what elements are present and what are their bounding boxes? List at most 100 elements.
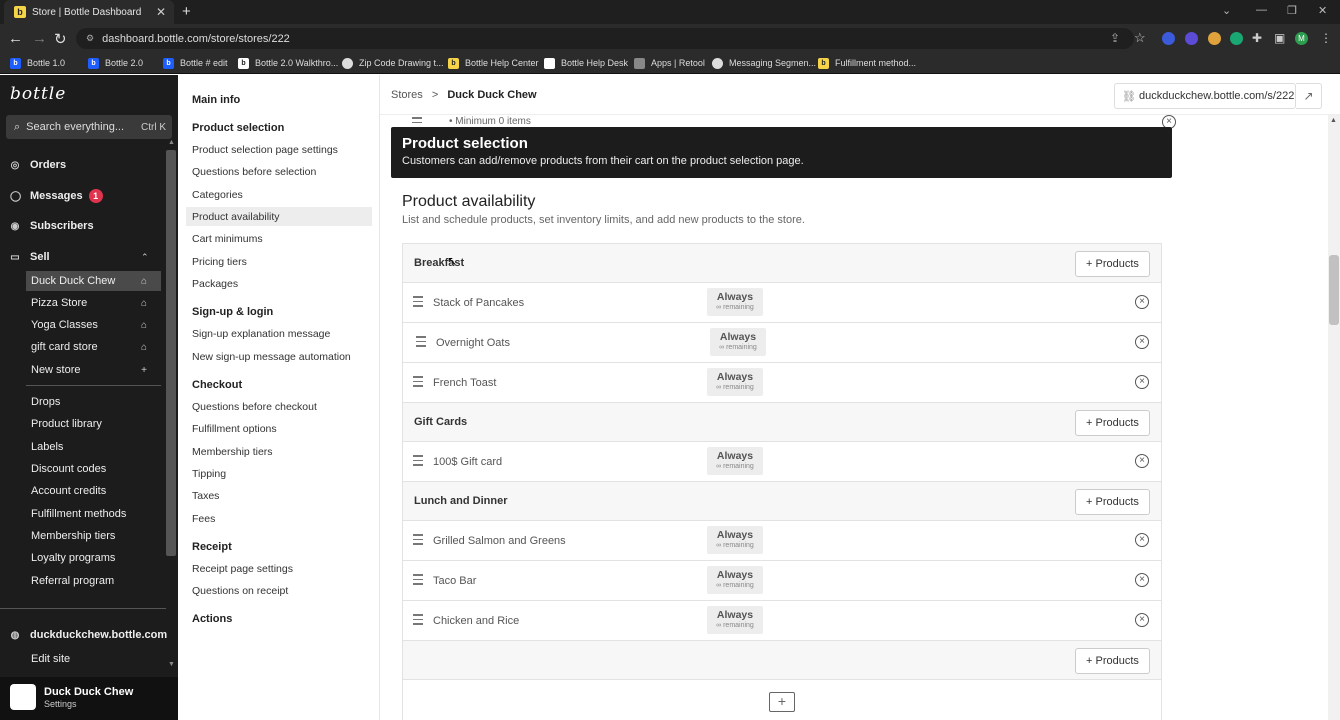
product-name[interactable]: Overnight Oats (436, 337, 510, 349)
store-yoga[interactable]: Yoga Classes ⌂ (26, 315, 161, 335)
sidebar-item-discount-codes[interactable]: Discount codes (31, 463, 106, 475)
bookmark-star-icon[interactable]: ☆ (1134, 30, 1146, 46)
settings-fees[interactable]: Fees (192, 513, 215, 525)
settings-cart-minimums[interactable]: Cart minimums (192, 233, 263, 245)
bookmark-help-center[interactable]: b Bottle Help Center (448, 56, 539, 70)
account-switcher[interactable]: Duck Duck Chew Settings (0, 677, 178, 720)
bookmark-retool[interactable]: Apps | Retool (634, 56, 705, 70)
settings-taxes[interactable]: Taxes (192, 490, 219, 502)
settings-pricing-tiers[interactable]: Pricing tiers (192, 256, 247, 268)
extension-1-icon[interactable] (1162, 32, 1175, 45)
settings-signup-automation[interactable]: New sign-up message automation (192, 351, 351, 363)
settings-checkout[interactable]: Checkout (192, 379, 242, 391)
remove-icon[interactable]: × (1135, 454, 1149, 468)
scroll-down-icon[interactable]: ▼ (168, 661, 175, 668)
sidebar-item-sell[interactable]: ▭ Sell (10, 251, 49, 263)
bottle-logo[interactable]: bottle (10, 84, 66, 104)
scroll-up-icon[interactable]: ▲ (168, 139, 175, 146)
reload-icon[interactable]: ↻ (54, 30, 67, 48)
settings-packages[interactable]: Packages (192, 278, 238, 290)
browser-menu-icon[interactable]: ⋮ (1320, 31, 1332, 45)
settings-actions[interactable]: Actions (192, 613, 232, 625)
drag-handle-icon[interactable] (413, 534, 423, 548)
sidebar-item-fulfillment-methods[interactable]: Fulfillment methods (31, 508, 126, 520)
drag-handle-icon[interactable] (413, 455, 423, 469)
drag-handle-icon[interactable] (413, 296, 423, 310)
bookmark-bottle-edit[interactable]: b Bottle # edit (163, 56, 228, 70)
new-store-button[interactable]: New store + (26, 360, 161, 380)
drag-handle-icon[interactable] (416, 336, 426, 350)
drag-handle-icon[interactable] (413, 614, 423, 628)
remove-icon[interactable]: × (1135, 533, 1149, 547)
open-external-icon[interactable]: ↗ (1296, 83, 1322, 109)
breadcrumb-stores[interactable]: Stores (391, 89, 423, 101)
settings-categories[interactable]: Categories (192, 189, 243, 201)
settings-ps-page-settings[interactable]: Product selection page settings (192, 144, 338, 156)
availability-badge[interactable]: Always ∞ remaining (710, 328, 766, 356)
store-duck-duck-chew[interactable]: Duck Duck Chew ⌂ (26, 271, 161, 291)
availability-badge[interactable]: Always ∞ remaining (707, 447, 763, 475)
profile-avatar[interactable]: M (1295, 32, 1308, 45)
new-tab-icon[interactable]: + (182, 3, 191, 20)
sidebar-item-orders[interactable]: ◎ Orders (10, 159, 66, 171)
site-info-icon[interactable]: ⚙ (86, 33, 94, 44)
bookmark-bottle-1[interactable]: b Bottle 1.0 (10, 56, 65, 70)
restore-icon[interactable]: ❐ (1287, 4, 1297, 17)
availability-badge[interactable]: Always ∞ remaining (707, 606, 763, 634)
settings-receipt-page[interactable]: Receipt page settings (192, 563, 293, 575)
remove-icon[interactable]: × (1135, 295, 1149, 309)
bookmark-fulfillment[interactable]: b Fulfillment method... (818, 56, 916, 70)
remove-icon[interactable]: × (1135, 613, 1149, 627)
settings-tipping[interactable]: Tipping (192, 468, 226, 480)
extension-2-icon[interactable] (1185, 32, 1198, 45)
add-products-button[interactable]: + Products (1075, 251, 1150, 277)
product-name[interactable]: French Toast (433, 377, 496, 389)
product-name[interactable]: Taco Bar (433, 575, 476, 587)
add-products-button[interactable]: + Products (1075, 410, 1150, 436)
sidebar-item-account-credits[interactable]: Account credits (31, 485, 106, 497)
sidebar-item-drops[interactable]: Drops (31, 396, 60, 408)
sidebar-item-labels[interactable]: Labels (31, 441, 63, 453)
remove-icon[interactable]: × (1135, 375, 1149, 389)
availability-badge[interactable]: Always ∞ remaining (707, 368, 763, 396)
site-domain-link[interactable]: ◍ duckduckchew.bottle.com (10, 629, 168, 641)
settings-questions-on-receipt[interactable]: Questions on receipt (192, 585, 288, 597)
browser-tab[interactable]: b Store | Bottle Dashboard ✕ (4, 0, 174, 24)
scrollbar-thumb[interactable] (1329, 255, 1339, 325)
add-products-button[interactable]: + Products (1075, 489, 1150, 515)
bookmark-walkthrough[interactable]: b Bottle 2.0 Walkthro... (238, 56, 338, 70)
settings-membership-tiers[interactable]: Membership tiers (192, 446, 273, 458)
share-icon[interactable]: ⇪ (1110, 31, 1120, 45)
side-panel-icon[interactable]: ▣ (1274, 31, 1285, 45)
bookmark-help-desk[interactable]: Bottle Help Desk (544, 56, 628, 70)
extensions-puzzle-icon[interactable]: ✚ (1252, 31, 1262, 45)
availability-badge[interactable]: Always ∞ remaining (707, 566, 763, 594)
settings-receipt[interactable]: Receipt (192, 541, 232, 553)
bookmark-zip-code[interactable]: Zip Code Drawing t... (342, 56, 444, 70)
bookmark-messaging[interactable]: Messaging Segmen... (712, 56, 816, 70)
store-gift-card[interactable]: gift card store ⌂ (26, 337, 161, 357)
settings-signup-login[interactable]: Sign-up & login (192, 306, 273, 318)
close-tab-icon[interactable]: ✕ (156, 5, 166, 19)
sidebar-item-product-library[interactable]: Product library (31, 418, 102, 430)
edit-site-link[interactable]: Edit site (31, 653, 70, 665)
product-name[interactable]: 100$ Gift card (433, 456, 502, 468)
extension-3-icon[interactable] (1208, 32, 1221, 45)
availability-badge[interactable]: Always ∞ remaining (707, 288, 763, 316)
add-group-icon[interactable]: + (769, 692, 795, 712)
store-pizza[interactable]: Pizza Store ⌂ (26, 293, 161, 313)
drag-handle-icon[interactable] (413, 574, 423, 588)
settings-fulfillment-options[interactable]: Fulfillment options (192, 423, 277, 435)
settings-signup-explanation[interactable]: Sign-up explanation message (192, 328, 330, 340)
settings-questions-before-checkout[interactable]: Questions before checkout (192, 401, 317, 413)
store-url-field[interactable]: ⛓ duckduckchew.bottle.com/s/222 (1114, 83, 1296, 109)
sidebar-item-loyalty-programs[interactable]: Loyalty programs (31, 552, 115, 564)
address-bar[interactable]: ⚙ dashboard.bottle.com/store/stores/222 (76, 28, 1134, 49)
remove-icon[interactable]: × (1135, 335, 1149, 349)
forward-icon[interactable]: → (32, 30, 47, 47)
drag-handle-icon[interactable] (413, 376, 423, 390)
bookmark-bottle-2[interactable]: b Bottle 2.0 (88, 56, 143, 70)
scroll-up-icon[interactable]: ▲ (1330, 117, 1337, 124)
sidebar-item-subscribers[interactable]: ◉ Subscribers (10, 220, 94, 232)
settings-questions-before-selection[interactable]: Questions before selection (192, 166, 316, 178)
